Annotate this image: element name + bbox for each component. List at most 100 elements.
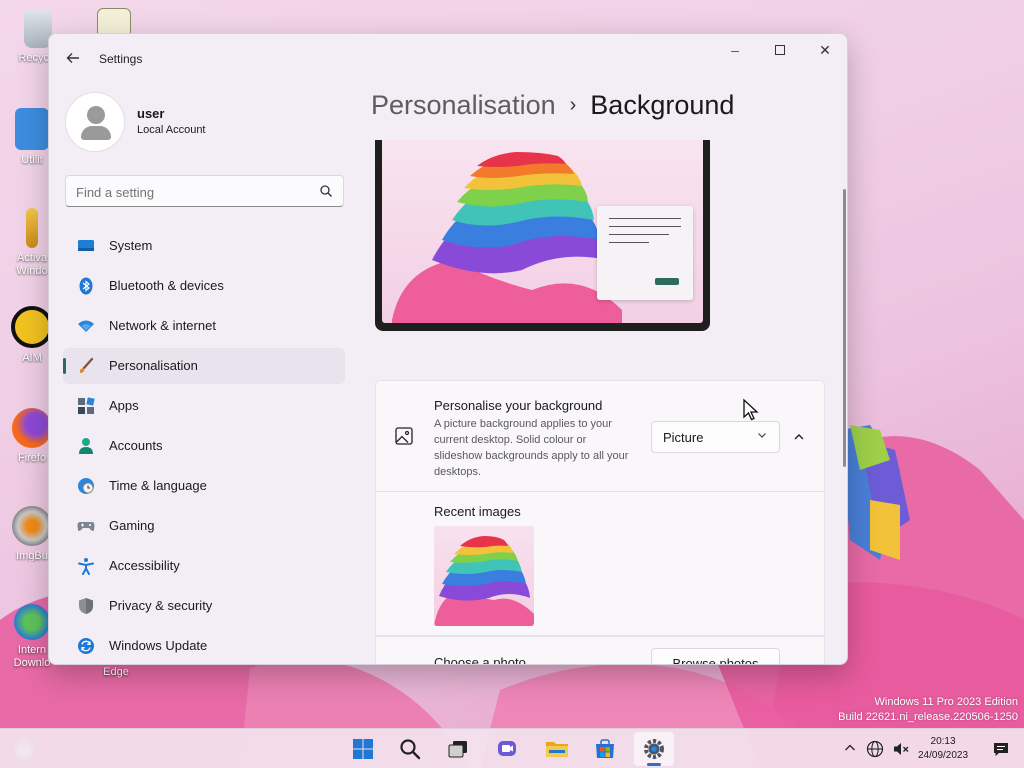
globe-icon — [866, 740, 884, 758]
preview-window — [597, 206, 693, 300]
sidebar-item-personalisation[interactable]: Personalisation — [63, 348, 345, 384]
tray-volume-button[interactable] — [892, 740, 910, 758]
recent-images-section: Recent images — [375, 492, 825, 636]
store-icon — [596, 739, 614, 758]
avatar — [65, 92, 125, 152]
back-button[interactable] — [63, 48, 83, 68]
search-box[interactable] — [65, 175, 344, 207]
choose-photo-row: Choose a photo Browse photos — [375, 636, 825, 665]
start-icon — [353, 739, 373, 759]
key-icon — [26, 208, 38, 248]
window-title: Settings — [99, 52, 143, 66]
settings-window: Settings ─ ✕ user Local Account System — [48, 33, 848, 665]
update-icon — [78, 638, 94, 654]
chat-icon — [498, 741, 516, 756]
taskbar-start-button[interactable] — [343, 732, 383, 766]
personalise-description: A picture background applies to your cur… — [434, 418, 629, 478]
breadcrumb: Personalisation › Background — [371, 90, 734, 121]
browse-photos-button[interactable]: Browse photos — [651, 648, 780, 664]
taskbar-task-view-button[interactable] — [438, 732, 478, 766]
sidebar-item-windows-update[interactable]: Windows Update — [63, 628, 345, 664]
tray-language-button[interactable] — [866, 740, 884, 758]
windows-edition-watermark: Windows 11 Pro 2023 Edition Build 22621.… — [838, 695, 1018, 725]
page-title: Background — [590, 90, 735, 120]
sidebar-item-apps[interactable]: Apps — [63, 388, 345, 424]
arrow-left-icon — [66, 53, 79, 63]
tray-overflow-button[interactable] — [843, 741, 859, 757]
apps-icon — [78, 397, 95, 414]
settings-icon — [644, 739, 664, 759]
taskbar-file-explorer-button[interactable] — [536, 732, 576, 766]
folder-icon — [15, 108, 49, 150]
minimize-icon: ─ — [731, 46, 739, 58]
sidebar-item-privacy-security[interactable]: Privacy & security — [63, 588, 345, 624]
preview-screen — [382, 140, 703, 323]
collapse-button[interactable] — [786, 425, 812, 449]
taskbar-store-button[interactable] — [585, 732, 625, 766]
sidebar-nav: System Bluetooth & devices Network & int… — [63, 228, 345, 664]
monitor-icon — [78, 240, 94, 251]
controller-icon — [77, 522, 95, 531]
maximize-icon — [775, 45, 785, 55]
user-name: user — [137, 106, 165, 121]
notifications-button[interactable] — [992, 740, 1010, 758]
desktop-icon-edge[interactable]: Edge — [86, 666, 146, 678]
account-type: Local Account — [137, 124, 206, 136]
maximize-button[interactable] — [757, 34, 803, 66]
sidebar-item-time-language[interactable]: Time & language — [63, 468, 345, 504]
taskbar-chat-button[interactable] — [487, 732, 527, 766]
sidebar-item-accounts[interactable]: Accounts — [63, 428, 345, 464]
close-icon: ✕ — [819, 42, 831, 58]
background-type-select[interactable]: Picture — [651, 421, 780, 453]
taskbar-clock[interactable]: 20:13 24/09/2023 — [918, 735, 968, 763]
choose-photo-label: Choose a photo — [434, 655, 526, 665]
background-type-value: Picture — [663, 430, 704, 445]
watermark-edition: Windows 11 Pro 2023 Edition — [874, 696, 1019, 708]
bluetooth-icon — [79, 277, 93, 295]
picture-icon — [395, 427, 413, 445]
notification-icon — [994, 743, 1008, 756]
aim-icon — [11, 306, 53, 348]
sidebar-item-accessibility[interactable]: Accessibility — [63, 548, 345, 584]
taskbar-settings-button[interactable] — [634, 732, 674, 766]
content-scrollbar[interactable] — [843, 189, 846, 467]
desktop-preview — [375, 140, 710, 331]
firefox-icon — [12, 408, 52, 448]
mouse-cursor-icon — [743, 398, 759, 421]
clock-time: 20:13 — [930, 736, 956, 747]
globe-download-icon — [14, 604, 50, 640]
shield-icon — [79, 598, 93, 614]
wifi-icon — [78, 320, 94, 332]
clock-date: 24/09/2023 — [918, 750, 969, 761]
sidebar-item-network[interactable]: Network & internet — [63, 308, 345, 344]
globe-clock-icon — [78, 478, 94, 494]
user-profile[interactable]: user Local Account — [65, 92, 345, 152]
person-icon — [79, 438, 93, 454]
task-view-icon — [448, 741, 467, 758]
title-bar[interactable]: Settings ─ ✕ — [49, 34, 847, 80]
accessibility-icon — [78, 558, 94, 575]
imgburn-icon — [12, 506, 52, 546]
sidebar-item-gaming[interactable]: Gaming — [63, 508, 345, 544]
brush-icon — [79, 357, 94, 373]
minimize-button[interactable]: ─ — [712, 34, 758, 66]
search-icon — [400, 739, 421, 760]
active-app-indicator — [647, 763, 661, 766]
search-icon — [320, 185, 332, 197]
chevron-up-icon — [845, 744, 855, 751]
breadcrumb-parent[interactable]: Personalisation — [371, 90, 556, 120]
taskbar-search-button[interactable] — [390, 732, 430, 766]
search-input[interactable] — [76, 182, 306, 202]
recent-image-thumbnail[interactable] — [434, 526, 534, 626]
taskbar: 20:13 24/09/2023 — [0, 728, 1024, 768]
sidebar-item-system[interactable]: System — [63, 228, 345, 264]
breadcrumb-separator: › — [569, 94, 577, 116]
recent-images-title: Recent images — [434, 504, 521, 519]
chevron-down-icon — [757, 430, 767, 443]
sidebar-item-bluetooth[interactable]: Bluetooth & devices — [63, 268, 345, 304]
file-explorer-icon — [546, 742, 568, 757]
volume-muted-icon — [894, 743, 909, 755]
close-button[interactable]: ✕ — [802, 34, 847, 66]
watermark-build: Build 22621.ni_release.220506-1250 — [838, 711, 1018, 723]
personalise-background-card[interactable]: Personalise your background A picture ba… — [375, 380, 825, 492]
